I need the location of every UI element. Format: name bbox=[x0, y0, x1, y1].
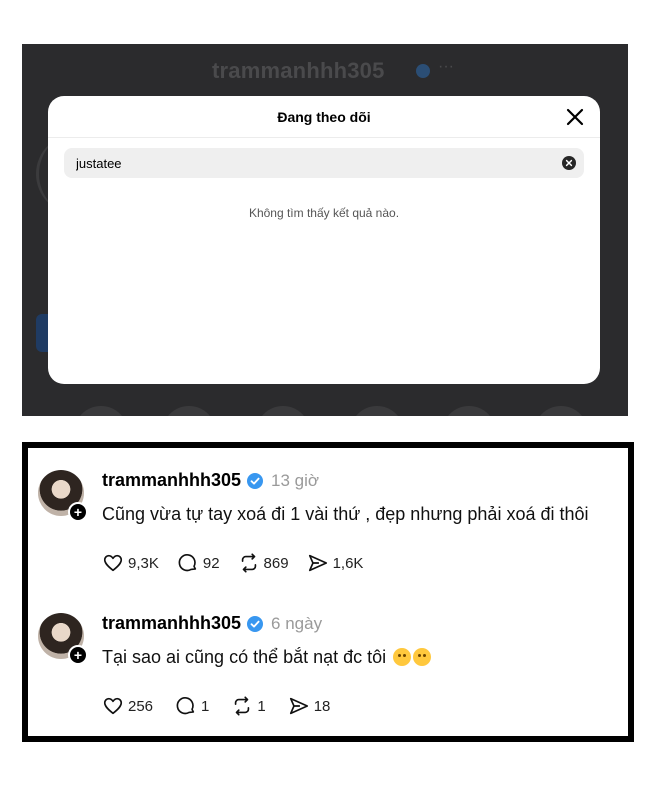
post-text-row: Tại sao ai cũng có thể bắt nạt đc tôi bbox=[102, 647, 628, 668]
no-results-message: Không tìm thấy kết quả nào. bbox=[248, 206, 400, 220]
follow-plus-icon[interactable]: + bbox=[68, 502, 88, 522]
repost-button[interactable]: 869 bbox=[238, 552, 289, 574]
following-dialog-screenshot: trammanhhh305 ··· Đang theo dõi Không tì… bbox=[22, 44, 628, 416]
post-time: 6 ngày bbox=[271, 613, 323, 633]
repost-button[interactable]: 1 bbox=[231, 695, 266, 717]
background-more-icon: ··· bbox=[438, 58, 454, 75]
comment-icon bbox=[176, 697, 195, 715]
following-modal: Đang theo dõi Không tìm thấy kết quả nào… bbox=[48, 96, 600, 384]
thread-post: + trammanhhh305 6 ngày Tại sao ai cũng c… bbox=[28, 603, 628, 736]
search-box bbox=[64, 148, 584, 178]
post-username[interactable]: trammanhhh305 bbox=[102, 470, 241, 491]
close-icon[interactable] bbox=[564, 106, 586, 128]
post-username[interactable]: trammanhhh305 bbox=[102, 613, 241, 634]
repost-icon bbox=[235, 696, 250, 716]
verified-badge-icon bbox=[247, 472, 264, 489]
heart-icon bbox=[103, 697, 123, 715]
background-highlight bbox=[74, 406, 128, 416]
send-icon bbox=[308, 554, 327, 572]
heart-icon bbox=[103, 554, 123, 572]
post-meta: trammanhhh305 13 giờ bbox=[102, 470, 319, 491]
reply-button[interactable]: 92 bbox=[177, 552, 220, 574]
thread-post: + trammanhhh305 13 giờ Cũng vừa tự tay x… bbox=[28, 460, 628, 600]
upside-down-face-emoji-icon bbox=[393, 648, 412, 666]
background-highlight bbox=[534, 406, 588, 416]
repost-count: 869 bbox=[263, 554, 289, 572]
share-count: 18 bbox=[313, 697, 331, 715]
reply-count: 92 bbox=[202, 554, 220, 572]
follow-plus-icon[interactable]: + bbox=[68, 645, 88, 665]
modal-header: Đang theo dõi bbox=[48, 96, 600, 138]
modal-title: Đang theo dõi bbox=[277, 108, 371, 125]
like-button[interactable]: 256 bbox=[102, 695, 153, 717]
post-actions: 256 1 1 18 bbox=[102, 695, 330, 717]
repost-icon bbox=[241, 553, 256, 573]
share-count: 1,6K bbox=[332, 554, 364, 572]
upside-down-face-emoji-icon bbox=[413, 648, 432, 666]
search-input[interactable] bbox=[76, 155, 562, 171]
comment-icon bbox=[178, 554, 197, 572]
share-button[interactable]: 18 bbox=[288, 695, 331, 717]
post-meta: trammanhhh305 6 ngày bbox=[102, 613, 322, 634]
post-time: 13 giờ bbox=[271, 470, 320, 490]
background-highlight bbox=[350, 406, 404, 416]
background-verified-icon bbox=[416, 64, 430, 78]
reply-count: 1 bbox=[201, 697, 210, 715]
background-highlight bbox=[162, 406, 216, 416]
threads-posts-screenshot: + trammanhhh305 13 giờ Cũng vừa tự tay x… bbox=[22, 442, 634, 742]
like-count: 9,3K bbox=[128, 554, 159, 572]
send-icon bbox=[289, 697, 308, 715]
like-count: 256 bbox=[128, 697, 154, 715]
share-button[interactable]: 1,6K bbox=[307, 552, 364, 574]
background-highlight bbox=[256, 406, 310, 416]
reply-button[interactable]: 1 bbox=[175, 695, 209, 717]
background-profile-username: trammanhhh305 bbox=[212, 58, 385, 83]
post-text: Tại sao ai cũng có thể bắt nạt đc tôi bbox=[102, 647, 387, 667]
clear-search-icon[interactable] bbox=[562, 156, 576, 170]
verified-badge-icon bbox=[247, 615, 264, 632]
background-highlight bbox=[442, 406, 496, 416]
post-actions: 9,3K 92 869 1,6K bbox=[102, 552, 363, 574]
post-text: Cũng vừa tự tay xoá đi 1 vài thứ , đẹp n… bbox=[102, 504, 589, 524]
like-button[interactable]: 9,3K bbox=[102, 552, 159, 574]
repost-count: 1 bbox=[257, 697, 266, 715]
